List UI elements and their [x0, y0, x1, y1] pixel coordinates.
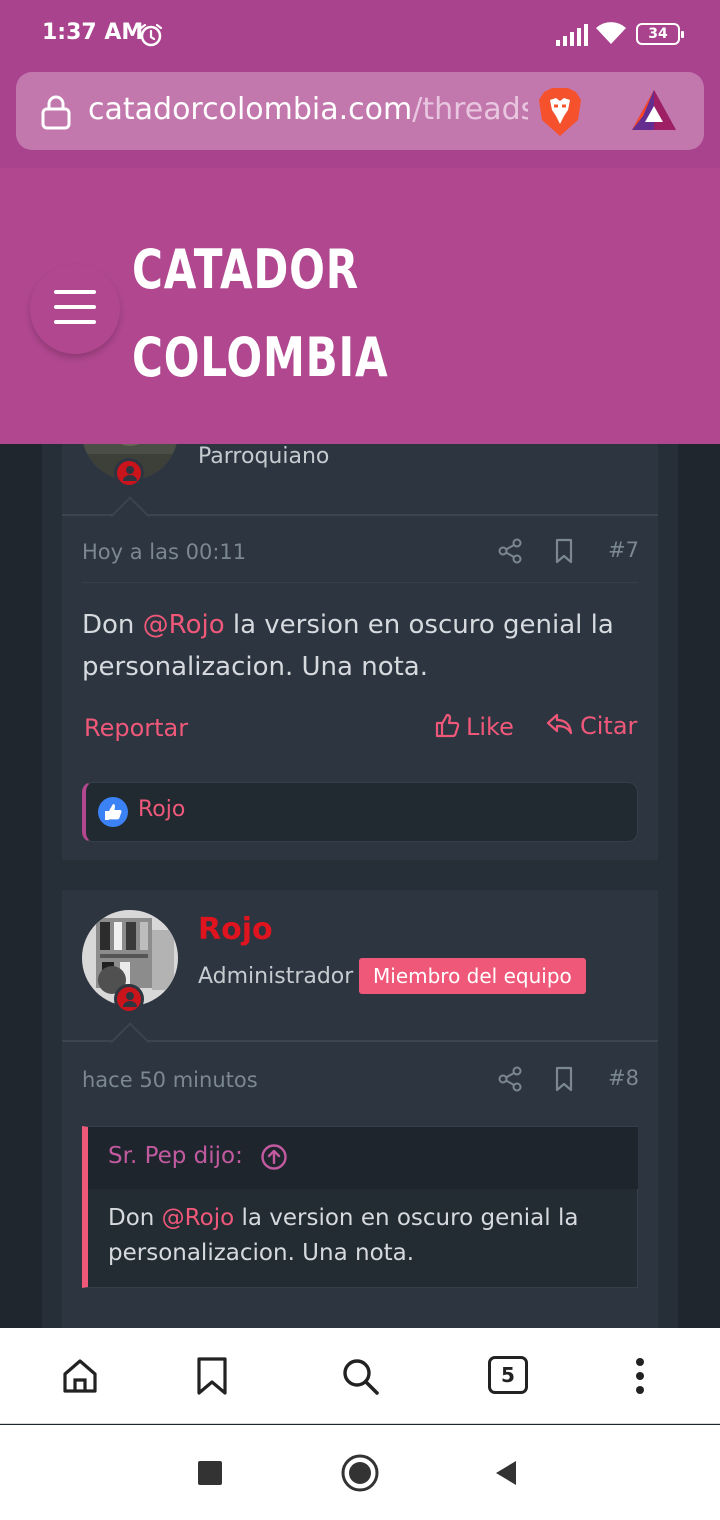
- hamburger-menu-button[interactable]: [30, 264, 120, 354]
- signal-icon: [556, 24, 588, 50]
- url-text[interactable]: catadorcolombia.com/threads: [88, 92, 528, 130]
- post-number[interactable]: #7: [608, 538, 639, 562]
- bookmarks-icon[interactable]: [194, 1356, 230, 1400]
- back-icon[interactable]: [494, 1459, 518, 1491]
- hamburger-icon: [54, 290, 96, 335]
- url-domain: catadorcolombia.com: [88, 92, 413, 127]
- share-icon[interactable]: [498, 538, 522, 568]
- quote-mention-link[interactable]: @Rojo: [162, 1205, 234, 1231]
- search-icon[interactable]: [340, 1356, 380, 1400]
- home-circle-icon[interactable]: [340, 1453, 380, 1497]
- like-reaction-icon: [98, 797, 128, 831]
- like-button[interactable]: Like: [434, 712, 514, 742]
- post-divider: [62, 514, 658, 516]
- battery-icon: 34: [636, 23, 684, 45]
- message-text: Don: [82, 610, 143, 640]
- staff-badge: Miembro del equipo: [359, 958, 586, 994]
- logo-line-2: COLOMBIA: [132, 326, 389, 389]
- brave-shield-icon[interactable]: [536, 86, 584, 142]
- overflow-menu-icon[interactable]: [630, 1356, 650, 1400]
- alarm-icon: [138, 22, 164, 52]
- username-link[interactable]: Rojo: [198, 912, 273, 947]
- post-8: Rojo Administrador Miembro del equipo ha…: [62, 890, 658, 1328]
- wifi-icon: [596, 22, 626, 50]
- reaction-user-link[interactable]: Rojo: [138, 797, 185, 822]
- mention-link[interactable]: @Rojo: [143, 610, 225, 640]
- home-icon[interactable]: [60, 1356, 100, 1400]
- post-date[interactable]: Hoy a las 00:11: [82, 540, 246, 564]
- divider-notch: [110, 496, 150, 536]
- staff-user-icon: [114, 984, 144, 1014]
- staff-user-icon: [114, 458, 144, 488]
- browser-chrome: 1:37 AM 34 catadorcolombia.com/threads: [0, 0, 720, 168]
- thumbs-up-icon: [434, 712, 460, 742]
- arrow-up-circle-icon[interactable]: [260, 1143, 288, 1175]
- site-logo[interactable]: CATADOR COLOMBIA: [132, 226, 388, 402]
- post-date[interactable]: hace 50 minutos: [82, 1068, 258, 1092]
- tabs-counter-button[interactable]: 5: [488, 1356, 528, 1394]
- quote-label: Citar: [580, 712, 638, 740]
- site-header: CATADOR COLOMBIA: [0, 168, 720, 444]
- post-number[interactable]: #8: [608, 1066, 639, 1090]
- quote-body: Don @Rojo la version en oscuro genial la…: [108, 1201, 628, 1271]
- bat-rewards-icon[interactable]: [630, 88, 678, 138]
- reactions-bar[interactable]: Rojo: [82, 782, 638, 842]
- status-bar: 1:37 AM 34: [0, 0, 720, 70]
- report-link[interactable]: Reportar: [84, 714, 188, 742]
- user-title: Administrador: [198, 964, 354, 989]
- meta-divider: [82, 582, 638, 583]
- android-navigation-bar: [0, 1425, 720, 1520]
- url-path: /threads: [412, 92, 528, 127]
- quote-header[interactable]: Sr. Pep dijo:: [88, 1127, 638, 1189]
- user-title: Parroquiano: [198, 444, 330, 469]
- quote-text: Don: [108, 1205, 162, 1231]
- address-bar[interactable]: catadorcolombia.com/threads: [16, 72, 704, 150]
- status-time: 1:37 AM: [42, 20, 144, 45]
- post-message: Don @Rojo la version en oscuro genial la…: [82, 604, 642, 688]
- recents-icon[interactable]: [198, 1461, 222, 1489]
- post-7: Parroquiano Hoy a las 00:11 #7 Don @Rojo…: [62, 444, 658, 860]
- logo-line-1: CATADOR: [132, 238, 359, 301]
- thread-content: Parroquiano Hoy a las 00:11 #7 Don @Rojo…: [0, 444, 720, 1328]
- quote-button[interactable]: Citar: [546, 712, 637, 740]
- browser-toolbar: 5: [0, 1328, 720, 1424]
- reply-arrow-icon: [546, 712, 574, 740]
- bookmark-icon[interactable]: [554, 538, 574, 568]
- divider-notch: [110, 1022, 150, 1062]
- share-icon[interactable]: [498, 1066, 522, 1096]
- lock-icon: [40, 94, 72, 134]
- quoted-message: Sr. Pep dijo: Don @Rojo la version en os…: [82, 1126, 638, 1288]
- like-label: Like: [466, 713, 514, 741]
- bookmark-icon[interactable]: [554, 1066, 574, 1096]
- post-divider: [62, 1040, 658, 1042]
- quote-author: Sr. Pep dijo:: [108, 1143, 243, 1169]
